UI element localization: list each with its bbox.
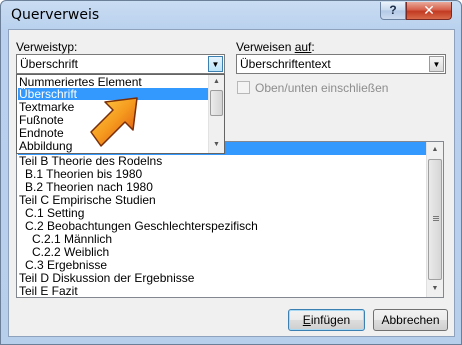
chevron-down-icon[interactable]: ▼	[208, 56, 223, 72]
grip-line	[433, 218, 439, 219]
dropdown-scrollbar[interactable]: ▲ ▼	[208, 75, 224, 153]
dialog-body: Verweistyp: Überschrift ▼ Verweisen auf:…	[8, 29, 455, 337]
refer-to-label-suffix: :	[311, 40, 315, 54]
dropdown-option[interactable]: Fußnote	[19, 114, 64, 126]
reference-type-combobox[interactable]: Überschrift ▼	[16, 54, 225, 74]
scroll-up-icon[interactable]: ▲	[427, 142, 443, 158]
scroll-down-icon[interactable]: ▼	[427, 281, 443, 297]
orange-pointer-arrow-icon	[90, 97, 138, 147]
scrollbar-thumb[interactable]	[428, 159, 442, 280]
refer-to-label-accelerator: auf	[294, 40, 312, 54]
headings-scrollbar[interactable]: ▲ ▼	[426, 142, 443, 297]
refer-to-combobox[interactable]: Überschriftentext ▼	[236, 54, 446, 74]
grip-line	[433, 220, 439, 221]
cross-reference-dialog: Querverweis ? ✕ Verweistyp: Überschrift …	[0, 0, 462, 345]
help-button[interactable]: ?	[380, 2, 406, 20]
close-button[interactable]: ✕	[406, 2, 452, 20]
headings-listbox[interactable]: Teil B Theorie des Rodelns B.1 Theorien …	[16, 141, 444, 298]
reference-type-label: Verweistyp:	[16, 40, 78, 54]
refer-to-label: Verweisen auf:	[236, 40, 315, 54]
dropdown-option[interactable]: Textmarke	[19, 101, 74, 113]
scroll-down-icon[interactable]: ▼	[209, 138, 224, 152]
list-item[interactable]: Teil E Fazit	[19, 285, 78, 298]
dropdown-scrollbar-thumb[interactable]	[210, 90, 223, 116]
dropdown-option[interactable]: Endnote	[19, 127, 64, 139]
insert-button[interactable]: Einfügen	[288, 309, 365, 331]
grip-line	[433, 216, 439, 217]
insert-accelerator: E	[302, 313, 311, 327]
insert-label: infügen	[310, 313, 351, 327]
scroll-up-icon[interactable]: ▲	[209, 75, 224, 89]
refer-to-label-prefix: Verweisen	[236, 40, 295, 54]
dialog-title: Querverweis	[11, 7, 100, 23]
reference-type-value: Überschrift	[20, 57, 79, 71]
chevron-down-icon[interactable]: ▼	[429, 56, 444, 72]
cancel-button[interactable]: Abbrechen	[373, 309, 448, 331]
above-below-checkbox[interactable]	[237, 81, 250, 94]
refer-to-value: Überschriftentext	[240, 57, 331, 71]
dropdown-option[interactable]: Abbildung	[19, 140, 72, 152]
title-bar: Querverweis ? ✕	[1, 1, 461, 29]
above-below-label: Oben/unten einschließen	[255, 81, 389, 95]
